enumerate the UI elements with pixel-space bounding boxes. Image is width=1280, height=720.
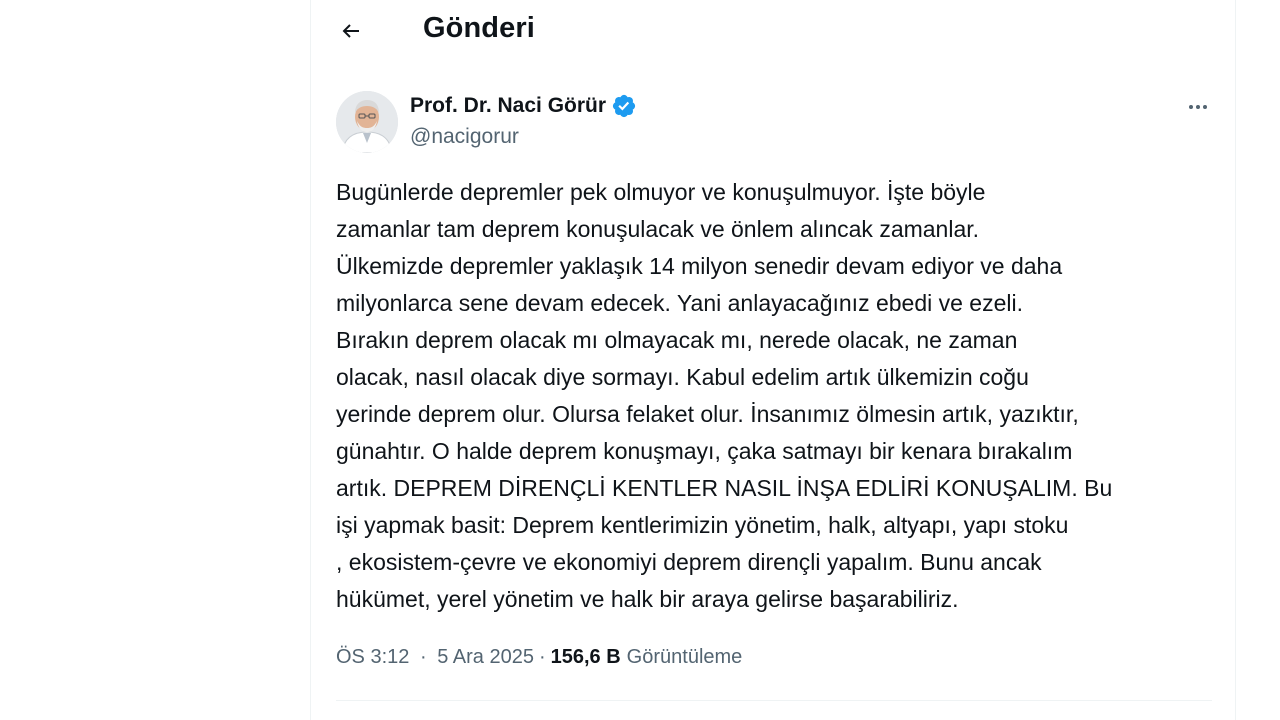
meta-separator: · (538, 646, 546, 668)
author-handle[interactable]: @nacigorur (410, 125, 519, 149)
views-count: 156,6 B (550, 646, 621, 668)
tweet-metadata: ÖS 3:12 · 5 Ara 2025 · 156,6 B Görüntülem… (336, 646, 742, 669)
tweet-date: 5 Ara 2025 (437, 646, 534, 668)
views-label: Görüntüleme (626, 646, 743, 668)
more-horizontal-icon (1186, 95, 1210, 119)
author-name: Prof. Dr. Naci Görür (410, 94, 607, 117)
author-name-link[interactable]: Prof. Dr. Naci Görür (410, 93, 637, 119)
verified-badge-icon[interactable] (611, 93, 637, 119)
page-header: Gönderi (311, 0, 1235, 62)
arrow-left-icon (339, 19, 363, 43)
views-link[interactable]: 156,6 B Görüntüleme (551, 646, 743, 669)
avatar[interactable] (336, 91, 398, 153)
tweet-text: Bugünlerde depremler pek olmuyor ve konu… (336, 179, 1113, 612)
post-column: Gönderi Prof. Dr. Naci Görür @nacigorur (310, 0, 1236, 720)
tweet-time: ÖS 3:12 (336, 646, 410, 668)
back-button[interactable] (333, 13, 369, 49)
more-options-button[interactable] (1181, 90, 1215, 124)
meta-separator: · (419, 646, 427, 668)
page-title: Gönderi (423, 12, 535, 44)
divider (336, 700, 1212, 701)
tweet-timestamp-link[interactable]: ÖS 3:12 · 5 Ara 2025 (336, 646, 534, 669)
